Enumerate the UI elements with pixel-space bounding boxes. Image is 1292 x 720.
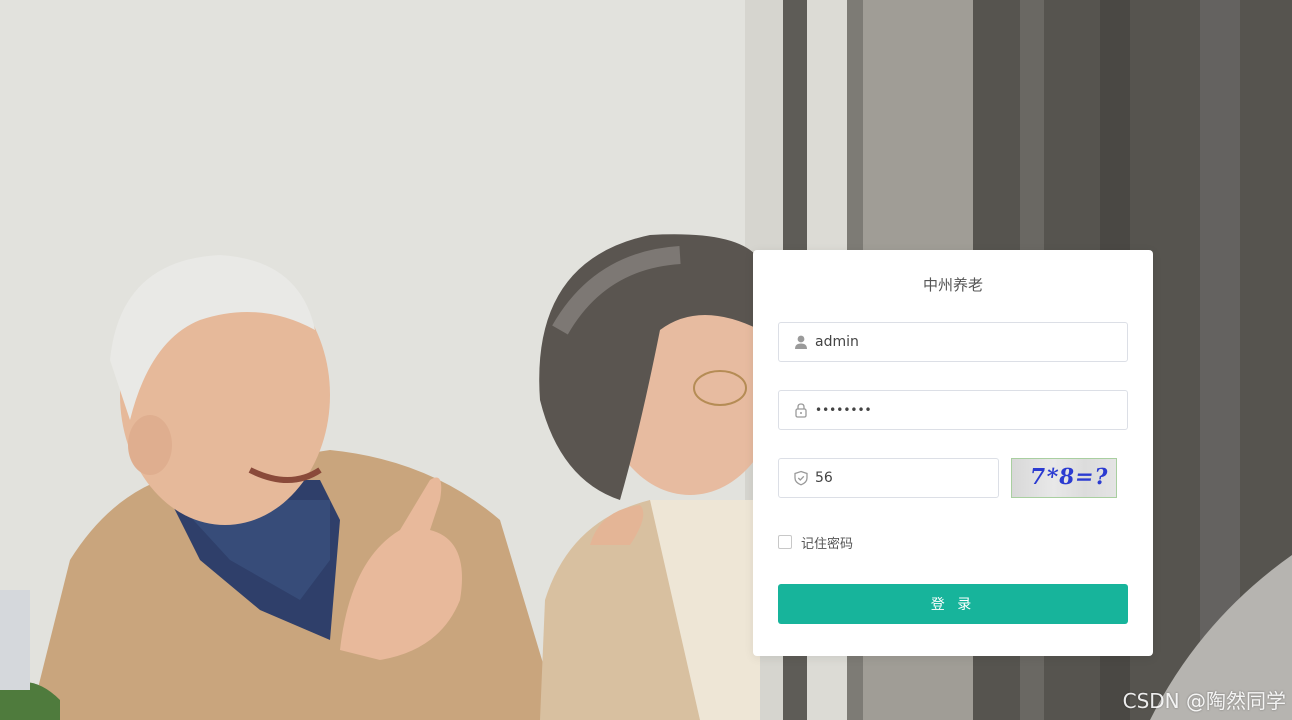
password-input[interactable]: •••••••• <box>815 391 1115 429</box>
remember-checkbox[interactable] <box>778 535 792 549</box>
password-field[interactable]: •••••••• <box>778 390 1128 430</box>
remember-label: 记住密码 <box>801 536 854 552</box>
captcha-image-text: 7*8=? <box>1028 464 1111 490</box>
watermark: CSDN @陶然同学 <box>1122 689 1286 713</box>
captcha-input[interactable] <box>815 459 985 497</box>
login-title: 中州养老 <box>922 276 983 294</box>
login-card: 中州养老 •••••••• 7*8=? 记住密码 登 录 <box>753 250 1153 656</box>
captcha-image[interactable]: 7*8=? <box>1011 458 1117 498</box>
shield-icon <box>794 470 808 486</box>
login-button[interactable]: 登 录 <box>778 584 1128 624</box>
username-input[interactable] <box>815 323 1115 361</box>
captcha-field[interactable] <box>778 458 999 498</box>
lock-icon <box>795 403 807 418</box>
username-field[interactable] <box>778 322 1128 362</box>
user-icon <box>795 335 807 349</box>
remember-password[interactable]: 记住密码 <box>778 534 854 552</box>
